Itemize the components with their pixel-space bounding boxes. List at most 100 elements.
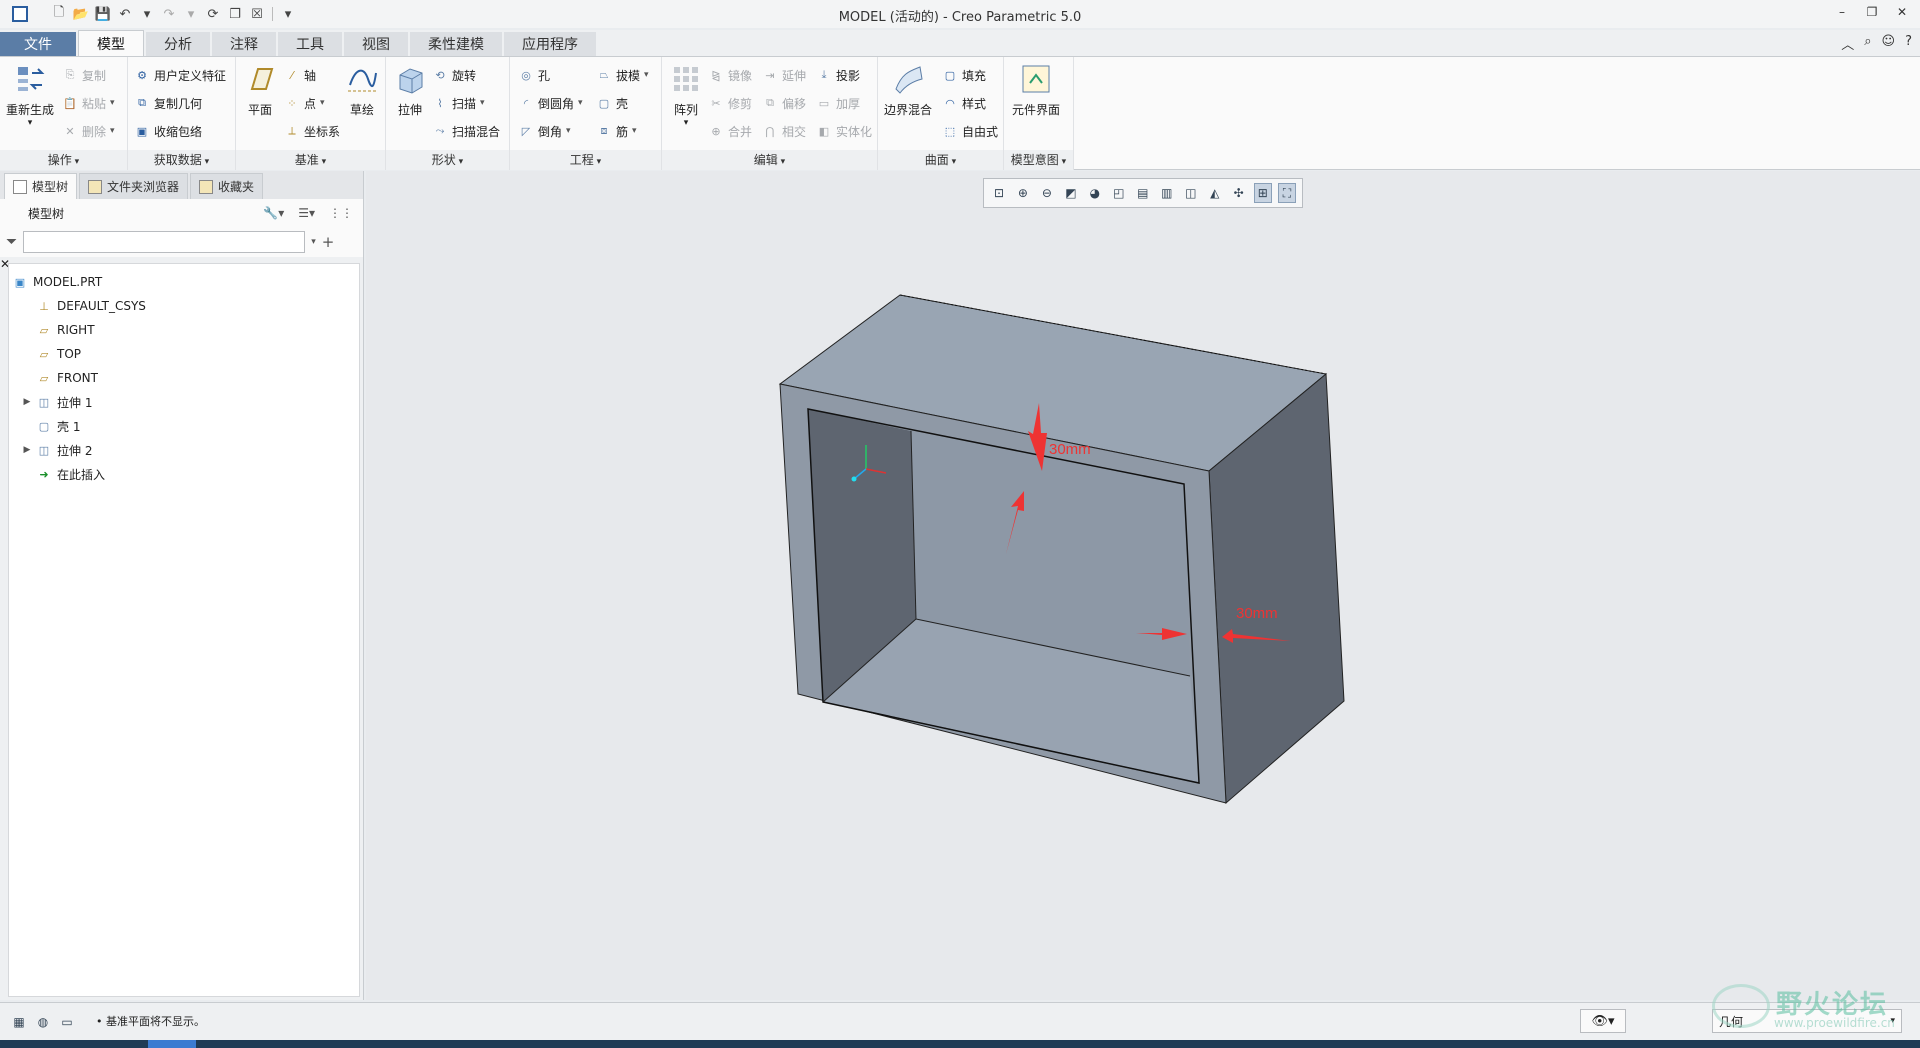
copy-geometry-button[interactable]: ⧉ 复制几何	[134, 93, 202, 113]
revolve-button[interactable]: ⟲ 旋转	[432, 65, 476, 85]
help-icon[interactable]: ?	[1905, 34, 1912, 53]
perspective-icon[interactable]: ▥	[1158, 183, 1176, 203]
community-icon[interactable]: ☺	[1882, 34, 1896, 53]
tree-item[interactable]: ▣ MODEL.PRT	[9, 270, 359, 294]
offset-button[interactable]: ⧉ 偏移	[762, 93, 806, 113]
tab-annotate[interactable]: 注释	[212, 32, 276, 56]
tree-settings-icon[interactable]: 🔧▾	[263, 206, 284, 220]
model-tree-display-icon[interactable]: ⊞	[1253, 183, 1272, 203]
minimize-ribbon-icon[interactable]: ︿	[1841, 34, 1854, 53]
sweep-button[interactable]: ⌇ 扫描	[432, 93, 485, 113]
graphics-area[interactable]: 30mm 30mm ⊡ ⊕ ⊖ ◩ ◕ ◰ ▤ ▥ ◫ ◭ ✣ ⊞ ⛶	[366, 171, 1920, 1000]
browser-icon[interactable]: ◍	[34, 1013, 52, 1031]
group-label-operations[interactable]: 操作	[0, 150, 127, 170]
annotation-display-icon[interactable]: ✣	[1230, 183, 1248, 203]
repaint-icon[interactable]: ◩	[1062, 183, 1080, 203]
shrinkwrap-button[interactable]: ▣ 收缩包络	[134, 121, 202, 141]
merge-button[interactable]: ⊕ 合并	[708, 121, 752, 141]
tree-item[interactable]: ▱ FRONT	[9, 366, 359, 390]
search-icon[interactable]: ⌕	[1864, 34, 1871, 53]
saved-orientations-icon[interactable]: ◰	[1110, 183, 1128, 203]
customize-icon[interactable]: ▾	[279, 5, 297, 23]
refit-icon[interactable]: ⊡	[990, 183, 1008, 203]
maximize-button[interactable]: ❐	[1864, 4, 1880, 20]
regenerate-button[interactable]: 重新生成 ▾	[6, 63, 54, 128]
show-navigator-icon[interactable]: ▦	[10, 1013, 28, 1031]
paste-button[interactable]: 📋 粘贴	[62, 93, 115, 113]
regenerate-icon[interactable]: ⟳	[204, 5, 222, 23]
tree-filter-settings-icon[interactable]: ⋮⋮	[329, 206, 353, 220]
tab-favorites[interactable]: 收藏夹	[190, 173, 264, 199]
tree-item[interactable]: ▶ ◫ 拉伸 1	[9, 390, 359, 414]
new-icon[interactable]: 🗋	[50, 5, 68, 23]
tab-folder-browser[interactable]: 文件夹浏览器	[79, 173, 189, 199]
tab-model[interactable]: 模型	[78, 30, 144, 56]
tree-item[interactable]: ➜ 在此插入	[9, 462, 359, 486]
mirror-button[interactable]: ⧎ 镜像	[708, 65, 752, 85]
minimize-button[interactable]: –	[1834, 4, 1850, 20]
swept-blend-button[interactable]: ⤳ 扫描混合	[432, 121, 500, 141]
axis-button[interactable]: ⁄ 轴	[284, 65, 316, 85]
boundary-blend-button[interactable]: 边界混合	[884, 63, 932, 118]
close-window-icon[interactable]: ☒	[248, 5, 266, 23]
app-icon[interactable]	[12, 6, 28, 22]
dimension-label[interactable]: 30mm	[1049, 441, 1091, 458]
redo-dropdown-icon[interactable]: ▾	[182, 5, 200, 23]
spin-center-icon[interactable]: ◭	[1206, 183, 1224, 203]
extrude-button[interactable]: 拉伸	[394, 63, 426, 118]
show-icon[interactable]: ☰▾	[298, 206, 315, 220]
freestyle-button[interactable]: ⬚ 自由式	[942, 121, 998, 141]
view-manager-icon[interactable]: ▤	[1134, 183, 1152, 203]
solidify-button[interactable]: ◧ 实体化	[816, 121, 872, 141]
thicken-button[interactable]: ▭ 加厚	[816, 93, 860, 113]
expand-arrow-icon[interactable]: ▶	[21, 445, 33, 455]
group-label-shapes[interactable]: 形状	[386, 150, 509, 170]
draft-button[interactable]: ⏢ 拔模	[596, 65, 649, 85]
group-label-surfaces[interactable]: 曲面	[878, 150, 1003, 170]
copy-button[interactable]: ⎘ 复制	[62, 65, 106, 85]
rib-button[interactable]: ⧈ 筋	[596, 121, 637, 141]
group-label-engineering[interactable]: 工程	[510, 150, 661, 170]
project-button[interactable]: ⤓ 投影	[816, 65, 860, 85]
pattern-button[interactable]: 阵列 ▾	[670, 63, 702, 128]
component-interface-button[interactable]: 元件界面	[1012, 63, 1060, 118]
tree-item[interactable]: ▱ TOP	[9, 342, 359, 366]
round-button[interactable]: ◜ 倒圆角	[518, 93, 583, 113]
group-label-datum[interactable]: 基准	[236, 150, 385, 170]
undo-icon[interactable]: ↶	[116, 5, 134, 23]
tab-tools[interactable]: 工具	[278, 32, 342, 56]
group-label-get-data[interactable]: 获取数据	[128, 150, 235, 170]
windows-icon[interactable]: ❐	[226, 5, 244, 23]
zoom-in-icon[interactable]: ⊕	[1014, 183, 1032, 203]
dimension-label[interactable]: 30mm	[1236, 605, 1278, 622]
tab-applications[interactable]: 应用程序	[504, 32, 596, 56]
tab-view[interactable]: 视图	[344, 32, 408, 56]
delete-button[interactable]: ✕ 删除	[62, 121, 115, 141]
snapshot-icon[interactable]: ⛶	[1277, 183, 1296, 203]
plane-button[interactable]: 平面	[244, 63, 276, 118]
sketch-button[interactable]: 草绘	[346, 63, 378, 118]
point-button[interactable]: ⁘ 点	[284, 93, 325, 113]
selection-filter-dropdown[interactable]: 几何 ▾	[1712, 1009, 1902, 1033]
tree-search-input[interactable]	[23, 231, 306, 253]
group-label-editing[interactable]: 编辑	[662, 150, 877, 170]
extend-button[interactable]: ⇥ 延伸	[762, 65, 806, 85]
csys-button[interactable]: ⟂ 坐标系	[284, 121, 340, 141]
filter-options-icon[interactable]: ▾	[311, 237, 316, 247]
trim-button[interactable]: ✂ 修剪	[708, 93, 752, 113]
display-style-icon[interactable]: ◕	[1086, 183, 1104, 203]
save-icon[interactable]: 💾	[94, 5, 112, 23]
model-viewport[interactable]: 30mm 30mm	[366, 171, 1920, 1000]
group-label-model-intent[interactable]: 模型意图	[1004, 150, 1073, 170]
add-filter-icon[interactable]: +	[322, 233, 335, 251]
undo-dropdown-icon[interactable]: ▾	[138, 5, 156, 23]
fill-button[interactable]: ▢ 填充	[942, 65, 986, 85]
tree-item[interactable]: ▶ ◫ 拉伸 2	[9, 438, 359, 462]
tree-item[interactable]: ▱ RIGHT	[9, 318, 359, 342]
find-button[interactable]: 👁▾	[1580, 1009, 1626, 1033]
tab-model-tree[interactable]: 模型树	[4, 173, 78, 199]
shell-button[interactable]: ▢ 壳	[596, 93, 628, 113]
chamfer-button[interactable]: ◸ 倒角	[518, 121, 571, 141]
tree-item[interactable]: ▢ 壳 1	[9, 414, 359, 438]
tab-file[interactable]: 文件	[0, 32, 76, 56]
